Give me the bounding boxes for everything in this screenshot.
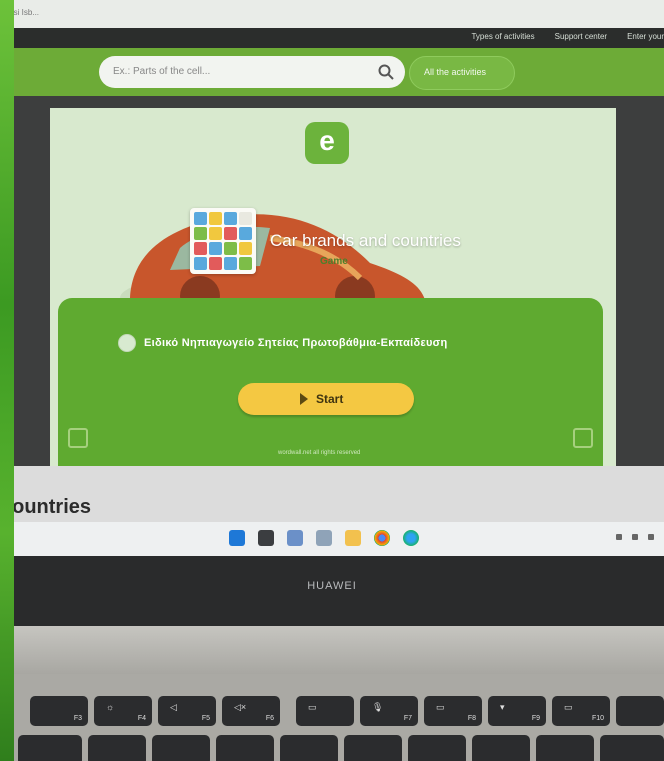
page-title: countries [7,496,92,518]
windows-taskbar [7,522,664,556]
search-band: Ex.: Parts of the cell... All the activi… [7,48,664,96]
key-num-6 [216,735,274,761]
photo: Ipsi Isb... Types of activities Support … [0,0,664,761]
file-explorer-icon[interactable] [258,530,274,546]
key-num-7 [280,735,338,761]
start-label: Start [316,392,344,406]
nav-link-enter[interactable]: Enter your [627,32,664,41]
nav-link-support-center[interactable]: Support center [555,32,607,41]
key-num-4 [88,735,146,761]
volume-icon[interactable] [648,534,654,540]
author-name: Ειδικό Νηπιαγωγείο Σητείας Πρωτοβάθμια-Ε… [144,337,448,349]
author-info: Ειδικό Νηπιαγωγείο Σητείας Πρωτοβάθμια-Ε… [118,334,448,352]
key-f5: ◁ F5 [158,696,216,726]
edge-icon[interactable] [403,530,419,546]
settings-icon[interactable] [287,530,303,546]
fullscreen-icon[interactable] [573,428,593,448]
copyright-note: wordwall.net all rights reserved [278,450,361,456]
green-mat-left [0,0,14,761]
key-f4: ☼ F4 [94,696,152,726]
key-f8: 🎙 F7 [360,696,418,726]
keyboard-deck-edge [0,626,664,674]
app-logo: e [305,122,349,164]
key-num-0 [472,735,530,761]
key-minus [536,735,594,761]
key-f10: ▾ F9 [488,696,546,726]
key-num-5 [152,735,210,761]
options-icon[interactable] [68,428,88,448]
search-placeholder: Ex.: Parts of the cell... [113,66,211,77]
activity-player: e Car brands and countries Game Ειδικό Ν… [50,108,616,466]
all-activities-label: All the activities [424,67,487,77]
key-num-8 [344,735,402,761]
laptop-brand: HUAWEI [307,580,357,592]
key-f7: ▭ [296,696,354,726]
key-f9: ▭ F8 [424,696,482,726]
nav-link-types-of-activities[interactable]: Types of activities [471,32,534,41]
page-content: e Car brands and countries Game Ειδικό Ν… [7,96,664,556]
laptop-screen: Ipsi Isb... Types of activities Support … [7,0,664,556]
activity-title: Car brands and countries [270,231,461,250]
key-equals [600,735,664,761]
search-input[interactable]: Ex.: Parts of the cell... [99,56,405,88]
system-tray [616,534,654,540]
task-view-icon[interactable] [316,530,332,546]
activity-thumbnail [190,208,256,274]
window-title-bar: Ipsi Isb... [7,0,664,30]
key-num-1 [18,735,82,761]
logo-letter: e [319,125,335,156]
key-num-9 [408,735,466,761]
key-f6: ◁× F6 [222,696,280,726]
search-icon[interactable] [377,63,395,81]
play-icon [300,393,308,405]
key-f3: F3 [30,696,88,726]
start-panel: Ειδικό Νηπιαγωγείο Σητείας Πρωτοβάθμια-Ε… [58,298,603,466]
windows-start-icon[interactable] [229,530,245,546]
chevron-up-icon[interactable] [616,534,622,540]
activity-type: Game [320,256,348,267]
start-button[interactable]: Start [238,383,414,415]
all-activities-button[interactable]: All the activities [409,56,515,90]
avatar [118,334,136,352]
site-nav: Types of activities Support center Enter… [7,28,664,48]
network-icon[interactable] [632,534,638,540]
folder-icon[interactable] [345,530,361,546]
key-f12 [616,696,664,726]
key-f11: ▭ F10 [552,696,610,726]
chrome-icon[interactable] [374,530,390,546]
